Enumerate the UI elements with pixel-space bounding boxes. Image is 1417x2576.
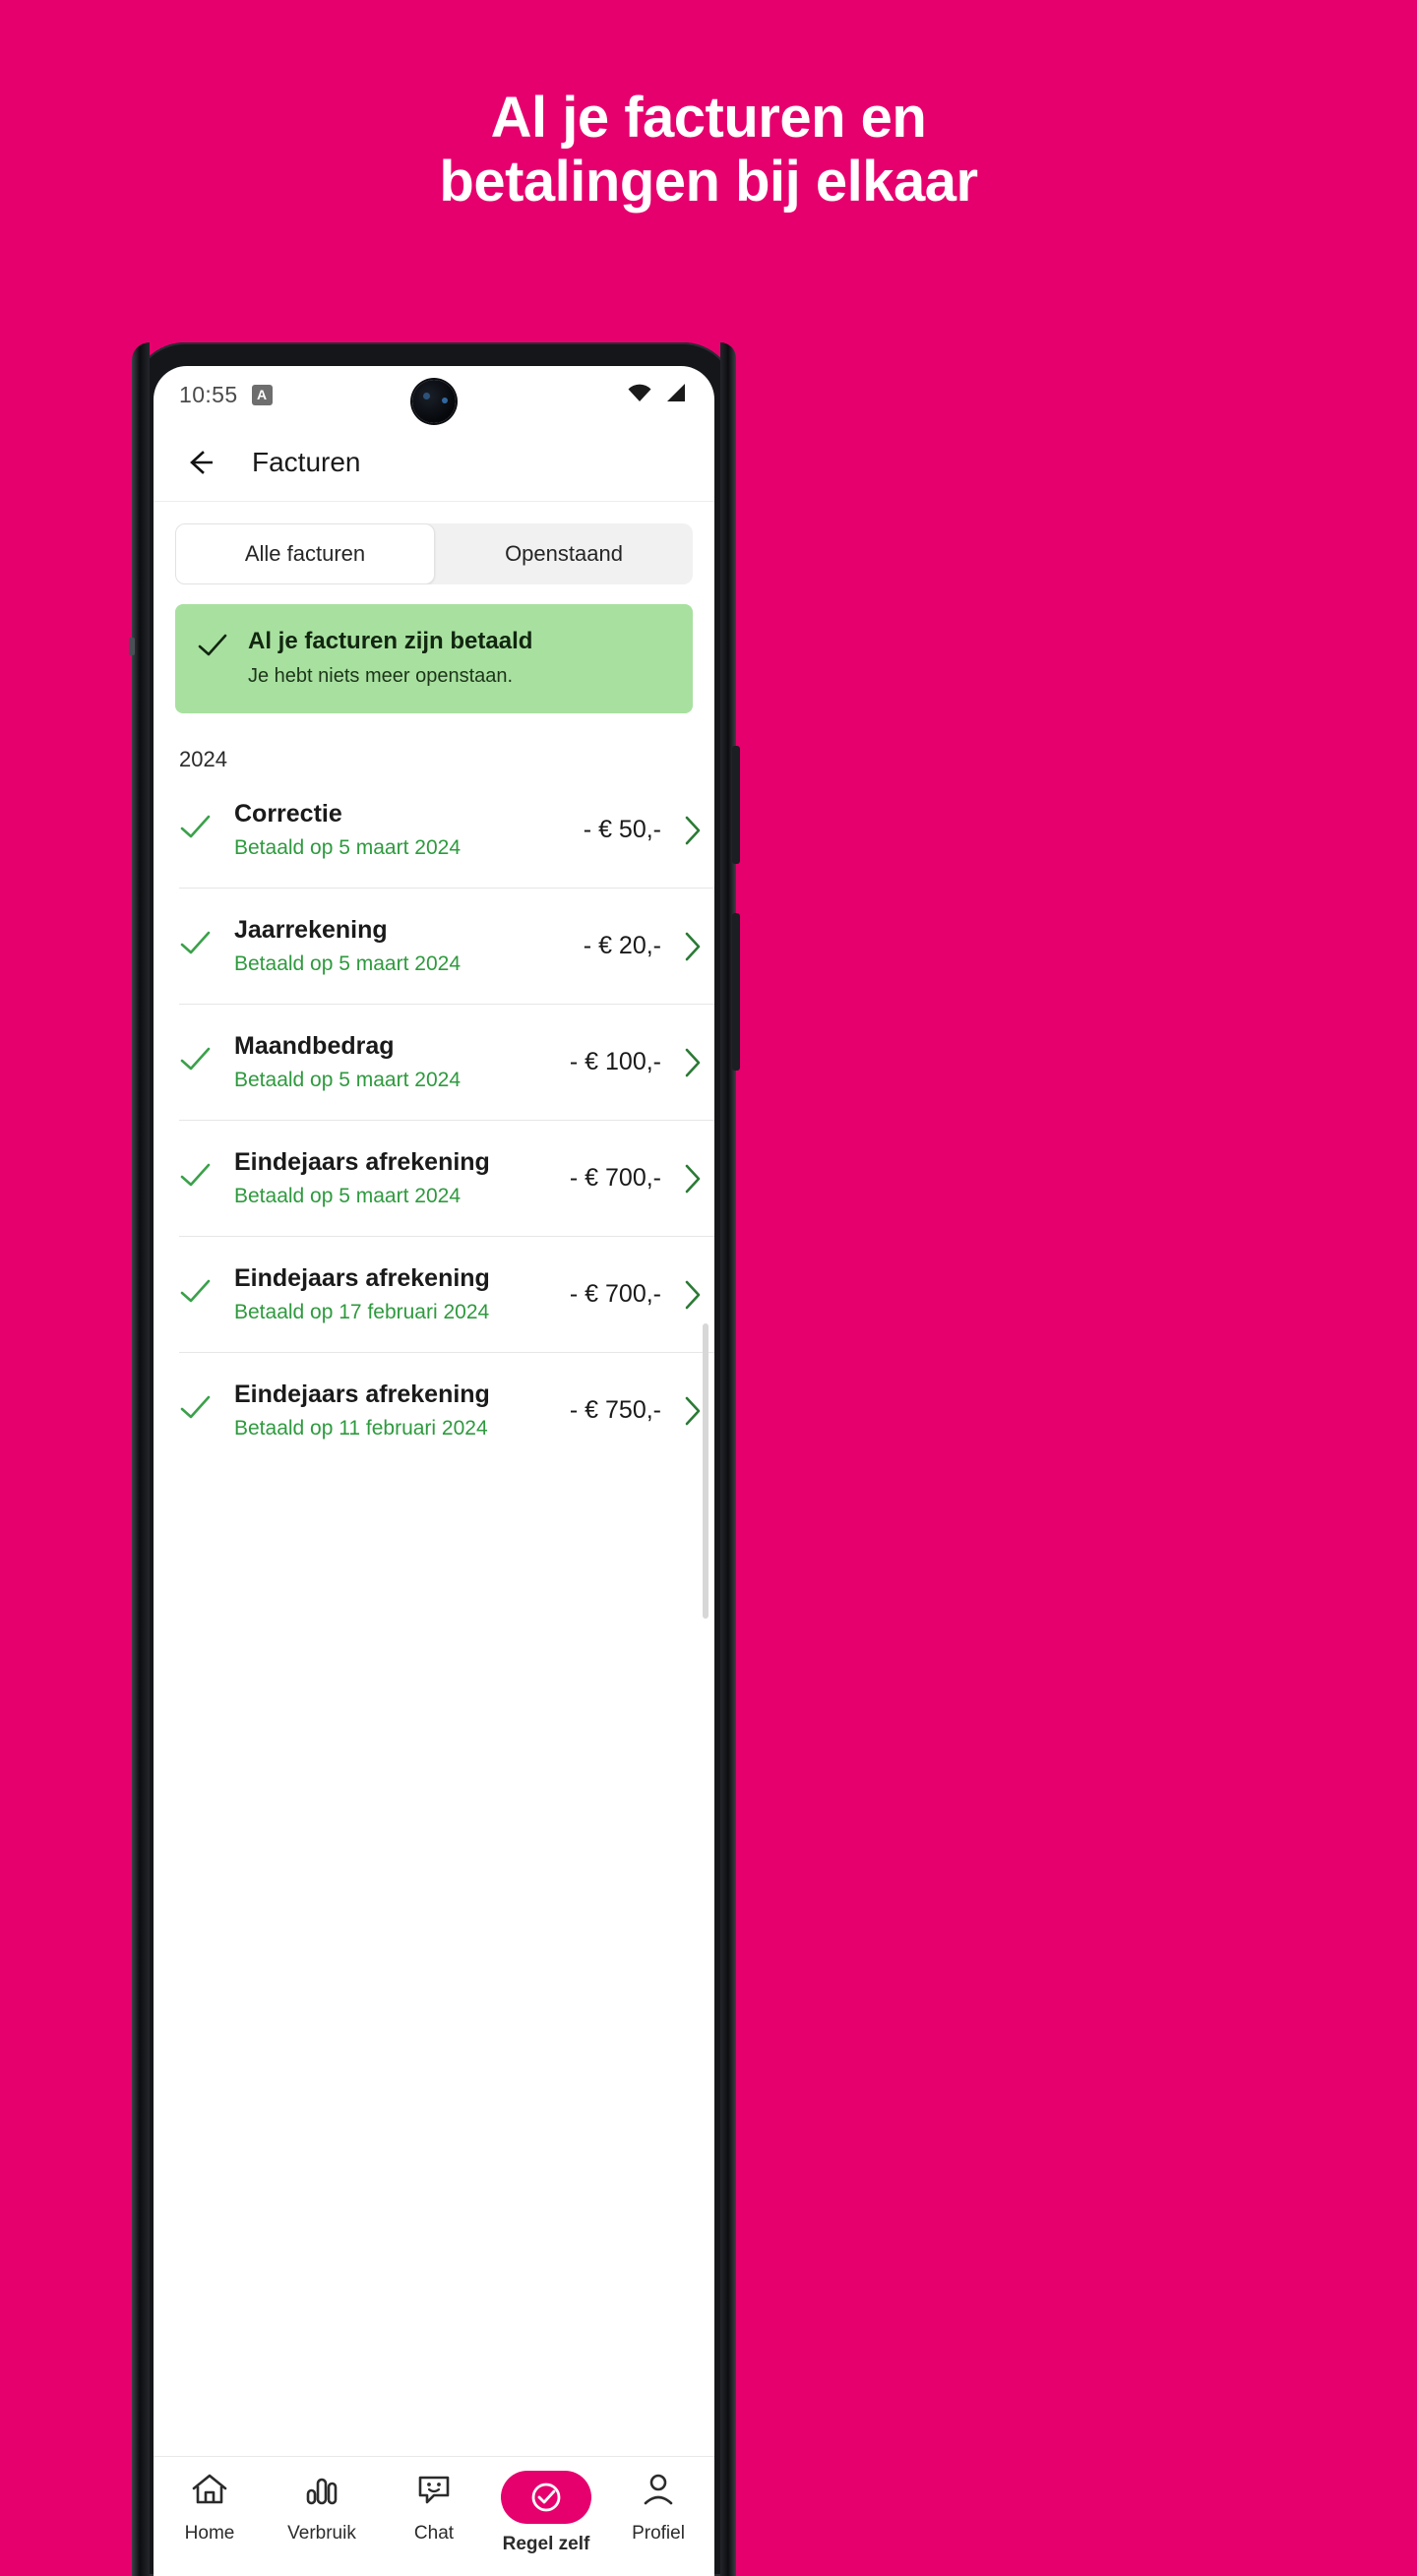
invoice-status: Betaald op 5 maart 2024: [234, 836, 461, 859]
check-icon: [179, 1394, 234, 1427]
nav-item-chat[interactable]: Chat: [378, 2471, 490, 2545]
nav-item-verbruik-label: Verbruik: [287, 2523, 356, 2544]
invoice-title: Correctie: [234, 800, 342, 828]
chevron-right-icon[interactable]: [671, 815, 714, 846]
phone-edge-right: [720, 342, 736, 2576]
year-label: 2024: [179, 747, 227, 771]
status-bar-indicators: [626, 382, 689, 408]
invoice-list: Correctie Betaald op 5 maart 2024 - € 50…: [154, 772, 714, 1468]
tab-openstaand-label: Openstaand: [505, 541, 623, 566]
nav-item-verbruik[interactable]: Verbruik: [266, 2471, 378, 2545]
status-bar-time: 10:55: [179, 381, 238, 407]
table-row[interactable]: Eindejaars afrekening Betaald op 5 maart…: [179, 1120, 714, 1236]
invoice-title: Eindejaars afrekening: [234, 1380, 490, 1408]
banner-title: Al je facturen zijn betaald: [248, 628, 533, 654]
invoice-info: Eindejaars afrekening Betaald op 17 febr…: [234, 1264, 560, 1324]
check-icon: [179, 930, 234, 962]
tab-alle-facturen[interactable]: Alle facturen: [175, 523, 435, 584]
table-row[interactable]: Jaarrekening Betaald op 5 maart 2024 - €…: [179, 888, 714, 1004]
invoice-info: Correctie Betaald op 5 maart 2024: [234, 800, 574, 860]
invoice-title: Eindejaars afrekening: [234, 1264, 490, 1292]
banner-subtitle: Je hebt niets meer openstaan.: [248, 665, 514, 687]
table-row[interactable]: Maandbedrag Betaald op 5 maart 2024 - € …: [179, 1004, 714, 1120]
signal-icon: [663, 382, 689, 408]
invoice-amount: - € 50,-: [583, 816, 661, 843]
table-row[interactable]: Correctie Betaald op 5 maart 2024 - € 50…: [179, 772, 714, 888]
nav-item-home[interactable]: Home: [154, 2471, 266, 2545]
check-icon: [179, 1162, 234, 1195]
all-paid-banner: Al je facturen zijn betaald Je hebt niet…: [175, 604, 693, 713]
invoice-amount: - € 750,-: [569, 1396, 661, 1424]
invoice-amount: - € 700,-: [569, 1280, 661, 1308]
home-icon: [190, 2471, 229, 2513]
invoice-info: Maandbedrag Betaald op 5 maart 2024: [234, 1032, 560, 1092]
phone-mockup: 10:55 A Facturen Alle facturen Openstaan…: [129, 342, 740, 2576]
bottom-navigation: Home Verbruik Chat Regel zelf Profiel: [154, 2456, 714, 2576]
phone-side-notch: [129, 638, 135, 655]
invoice-title: Maandbedrag: [234, 1032, 395, 1060]
bar-chart-icon: [302, 2471, 341, 2513]
tab-openstaand[interactable]: Openstaand: [435, 523, 693, 584]
table-row[interactable]: Eindejaars afrekening Betaald op 11 febr…: [179, 1352, 714, 1468]
promo-headline-line2: betalingen bij elkaar: [439, 149, 978, 214]
invoice-amount: - € 20,-: [583, 932, 661, 959]
check-icon: [197, 632, 228, 688]
promo-headline: Al je facturen en betalingen bij elkaar: [0, 86, 1417, 215]
chevron-right-icon[interactable]: [671, 1279, 714, 1311]
invoice-title: Jaarrekening: [234, 916, 388, 944]
status-bar-app-badge-icon: A: [251, 384, 273, 405]
invoice-status: Betaald op 5 maart 2024: [234, 1069, 461, 1091]
invoice-list-scroll[interactable]: Correctie Betaald op 5 maart 2024 - € 50…: [154, 772, 714, 1863]
invoice-status: Betaald op 5 maart 2024: [234, 1185, 461, 1207]
phone-edge-left: [132, 342, 150, 2576]
nav-item-profiel[interactable]: Profiel: [602, 2471, 714, 2545]
invoice-info: Eindejaars afrekening Betaald op 11 febr…: [234, 1380, 560, 1441]
phone-volume-button: [732, 913, 740, 1071]
app-bar: Facturen: [154, 423, 714, 502]
nav-item-profiel-label: Profiel: [632, 2523, 685, 2544]
person-icon: [639, 2471, 678, 2513]
nav-item-home-label: Home: [184, 2523, 235, 2544]
invoice-title: Eindejaars afrekening: [234, 1148, 490, 1176]
chevron-right-icon[interactable]: [671, 1163, 714, 1195]
arrow-left-icon[interactable]: [183, 446, 216, 479]
page-title: Facturen: [252, 446, 361, 477]
nav-item-regel-zelf-label: Regel zelf: [502, 2534, 590, 2554]
invoice-amount: - € 100,-: [569, 1048, 661, 1075]
invoice-info: Eindejaars afrekening Betaald op 5 maart…: [234, 1148, 560, 1208]
check-icon: [179, 1278, 234, 1311]
invoice-status: Betaald op 17 februari 2024: [234, 1301, 490, 1323]
invoice-info: Jaarrekening Betaald op 5 maart 2024: [234, 916, 574, 976]
chevron-right-icon[interactable]: [671, 1047, 714, 1078]
chat-smiley-icon: [414, 2471, 454, 2513]
phone-screen: 10:55 A Facturen Alle facturen Openstaan…: [154, 366, 714, 2576]
invoice-status: Betaald op 11 februari 2024: [234, 1417, 488, 1440]
chevron-right-icon[interactable]: [671, 931, 714, 962]
camera-punch-hole: [412, 380, 456, 423]
invoice-amount: - € 700,-: [569, 1164, 661, 1192]
status-bar: 10:55 A: [154, 366, 714, 423]
phone-power-button: [732, 746, 740, 864]
nav-item-regel-zelf[interactable]: Regel zelf: [490, 2471, 602, 2555]
nav-item-chat-label: Chat: [413, 2523, 455, 2544]
invoice-filter-tabs: Alle facturen Openstaand: [175, 523, 693, 584]
check-icon: [179, 1046, 234, 1078]
invoice-status: Betaald op 5 maart 2024: [234, 952, 461, 975]
promo-headline-line1: Al je facturen en: [490, 86, 927, 150]
wifi-icon: [626, 382, 653, 408]
table-row[interactable]: Eindejaars afrekening Betaald op 17 febr…: [179, 1236, 714, 1352]
check-circle-icon: [501, 2471, 591, 2524]
check-icon: [179, 814, 234, 846]
list-scrollbar[interactable]: [703, 1323, 708, 1619]
tab-alle-facturen-label: Alle facturen: [244, 541, 366, 566]
